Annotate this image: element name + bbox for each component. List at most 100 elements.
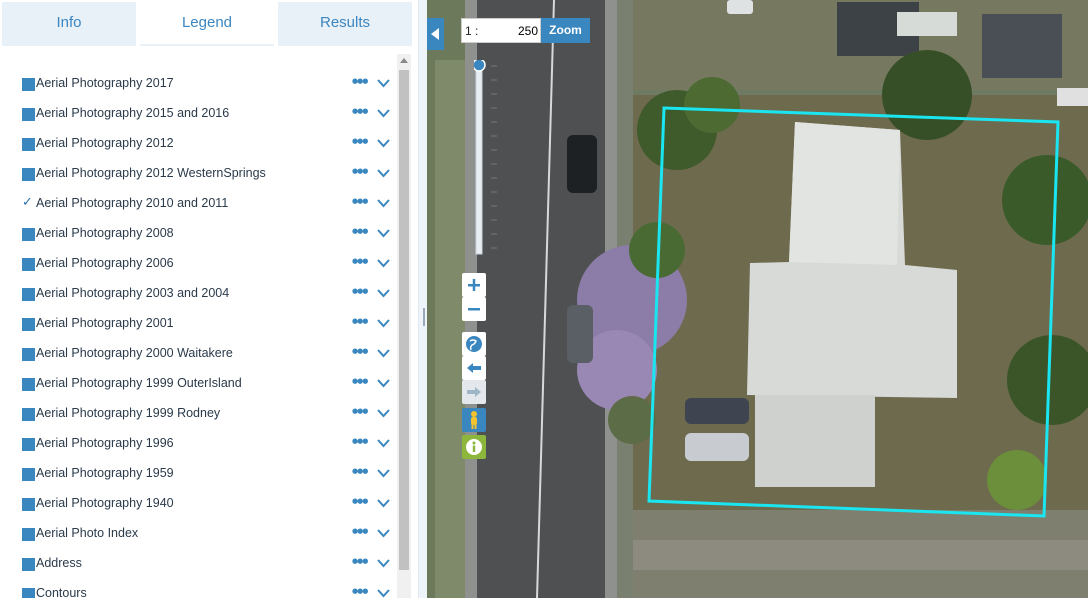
more-dots-icon[interactable]: ●●● [352,467,368,475]
layer-checkbox[interactable] [22,408,35,421]
chevron-down-icon[interactable] [377,437,390,450]
chevron-down-icon[interactable] [377,527,390,540]
tab-legend[interactable]: Legend [140,2,274,46]
full-extent-button[interactable] [462,332,486,356]
chevron-down-icon[interactable] [377,197,390,210]
chevron-down-icon[interactable] [377,347,390,360]
layer-checkbox[interactable] [22,318,35,331]
more-dots-icon[interactable]: ●●● [352,137,368,145]
layer-checkbox[interactable] [22,168,35,181]
more-dots-icon[interactable]: ●●● [352,287,368,295]
legend-scrollbar[interactable] [397,54,411,598]
scroll-up-arrow-icon[interactable] [400,58,408,63]
more-dots-icon[interactable]: ●●● [352,557,368,565]
legend-item-label: Aerial Photography 2010 and 2011 [36,196,229,210]
legend-item[interactable]: Address ●●● [0,548,396,578]
chevron-down-icon[interactable] [377,77,390,90]
legend-item[interactable]: Aerial Photography 2017 ●●● [0,68,396,98]
layer-checkbox[interactable] [22,348,35,361]
more-dots-icon[interactable]: ●●● [352,437,368,445]
more-dots-icon[interactable]: ●●● [352,347,368,355]
tab-results[interactable]: Results [278,2,412,46]
chevron-down-icon[interactable] [377,167,390,180]
chevron-down-icon[interactable] [377,467,390,480]
legend-item[interactable]: Aerial Photography 1999 OuterIsland ●●● [0,368,396,398]
more-dots-icon[interactable]: ●●● [352,167,368,175]
legend-item[interactable]: Aerial Photography 2012 WesternSprings ●●… [0,158,396,188]
chevron-down-icon[interactable] [377,257,390,270]
legend-item[interactable]: Aerial Photo Index ●●● [0,518,396,548]
chevron-down-icon[interactable] [377,107,390,120]
scrollbar-thumb[interactable] [399,70,409,570]
scale-field[interactable]: 1 : [461,18,541,43]
chevron-down-icon[interactable] [377,497,390,510]
zoom-out-button[interactable] [462,297,486,321]
next-extent-button[interactable] [462,380,486,404]
more-dots-icon[interactable]: ●●● [352,257,368,265]
zoom-slider-handle[interactable] [474,60,486,72]
layer-checkbox[interactable] [22,258,35,271]
more-dots-icon[interactable]: ●●● [352,77,368,85]
zoom-in-button[interactable] [462,273,486,297]
legend-item[interactable]: Aerial Photography 1999 Rodney ●●● [0,398,396,428]
legend-item[interactable]: Aerial Photography 2006 ●●● [0,248,396,278]
legend-item[interactable]: Aerial Photography 2008 ●●● [0,218,396,248]
collapse-panel-button[interactable] [427,18,444,50]
zoom-button[interactable]: Zoom [541,18,590,43]
legend-item[interactable]: Contours ●●● [0,578,396,598]
legend-item[interactable]: ✓ Aerial Photography 2010 and 2011 ●●● [0,188,396,218]
legend-item[interactable]: Aerial Photography 1959 ●●● [0,458,396,488]
layer-checkbox[interactable] [22,138,35,151]
layer-checkbox[interactable] [22,588,35,598]
chevron-down-icon[interactable] [377,227,390,240]
chevron-down-icon[interactable] [377,317,390,330]
more-dots-icon[interactable]: ●●● [352,527,368,535]
chevron-down-icon[interactable] [377,557,390,570]
aerial-map[interactable] [427,0,1088,598]
more-dots-icon[interactable]: ●●● [352,317,368,325]
chevron-down-icon[interactable] [377,587,390,598]
more-dots-icon[interactable]: ●●● [352,377,368,385]
chevron-down-icon[interactable] [377,137,390,150]
scale-input[interactable] [480,22,538,39]
layer-checkbox-checked[interactable]: ✓ [22,195,35,211]
legend-item[interactable]: Aerial Photography 2003 and 2004 ●●● [0,278,396,308]
previous-extent-button[interactable] [462,356,486,380]
chevron-down-icon[interactable] [377,377,390,390]
chevron-left-icon [431,28,439,40]
layer-checkbox[interactable] [22,498,35,511]
more-dots-icon[interactable]: ●●● [352,197,368,205]
splitter-grip-icon[interactable] [423,308,425,326]
more-dots-icon[interactable]: ●●● [352,107,368,115]
legend-item[interactable]: Aerial Photography 1940 ●●● [0,488,396,518]
layer-checkbox[interactable] [22,108,35,121]
street-view-person-icon [471,411,477,429]
legend-item[interactable]: Aerial Photography 2012 ●●● [0,128,396,158]
chevron-down-icon[interactable] [377,407,390,420]
legend-item-label: Aerial Photography 2006 [36,256,174,270]
legend-item[interactable]: Aerial Photography 2015 and 2016 ●●● [0,98,396,128]
layer-checkbox[interactable] [22,558,35,571]
chevron-down-icon[interactable] [377,287,390,300]
tab-info[interactable]: Info [2,2,136,46]
more-dots-icon[interactable]: ●●● [352,407,368,415]
street-view-button[interactable] [462,408,486,432]
legend-item-label: Aerial Photography 2001 [36,316,174,330]
layer-checkbox[interactable] [22,228,35,241]
legend-item-label: Address [36,556,82,570]
layer-checkbox[interactable] [22,78,35,91]
legend-item[interactable]: Aerial Photography 2000 Waitakere ●●● [0,338,396,368]
layer-checkbox[interactable] [22,438,35,451]
zoom-slider[interactable] [474,60,504,260]
legend-item[interactable]: Aerial Photography 1996 ●●● [0,428,396,458]
layer-checkbox[interactable] [22,468,35,481]
info-button[interactable] [462,435,486,459]
more-dots-icon[interactable]: ●●● [352,587,368,595]
layer-checkbox[interactable] [22,528,35,541]
more-dots-icon[interactable]: ●●● [352,227,368,235]
layer-checkbox[interactable] [22,288,35,301]
legend-item[interactable]: Aerial Photography 2001 ●●● [0,308,396,338]
more-dots-icon[interactable]: ●●● [352,497,368,505]
layer-checkbox[interactable] [22,378,35,391]
zoom-in-icon [468,279,480,291]
